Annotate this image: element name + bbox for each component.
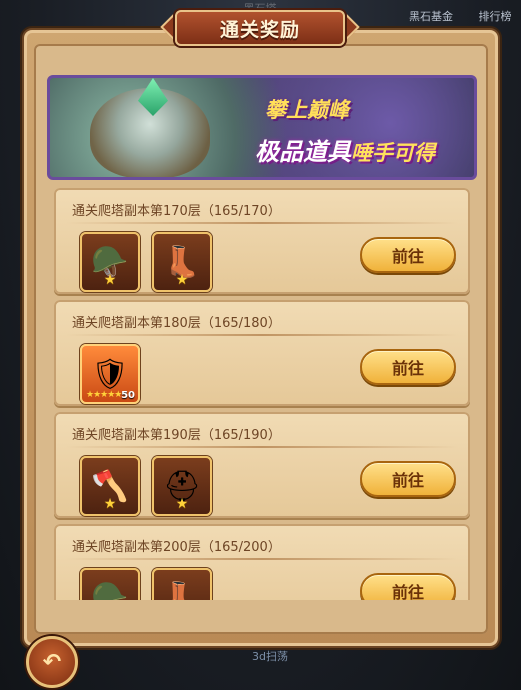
reward-row-title: 通关爬塔副本第170层（165/170） [72,204,281,219]
divider [66,334,458,336]
item-glyph: 🪖 [91,580,129,601]
banner-subheadline: 极品道具唾手可得 [255,132,435,167]
horned-helmet-icon[interactable]: ⛑ ★ [152,456,212,516]
reward-row-title: 通关爬塔副本第180层（165/180） [72,316,281,331]
reward-row: 通关爬塔副本第200层（165/200） 🪖 ★ 👢 ★ 前往 [54,524,470,600]
back-arrow-icon: ↶ [42,649,62,675]
divider [66,222,458,224]
boots-icon[interactable]: 👢 ★ [152,568,212,600]
star-rating: ★★★★★ [86,390,122,400]
item-count: 50 [121,390,135,401]
star-icon: ★ [175,272,189,288]
star-icon: ★ [175,496,189,512]
boots-icon[interactable]: 👢 ★ [152,232,212,292]
star-icon: ★ [103,496,117,512]
go-button[interactable]: 前往 [360,237,456,273]
reward-row-title: 通关爬塔副本第190层（165/190） [72,428,281,443]
banner-accent-text: 唾手可得 [351,141,435,165]
divider [66,446,458,448]
reward-row: 通关爬塔副本第170层（165/170） 🪖 ★ 👢 ★ 前往 [54,188,470,294]
black-stone-fund-icon[interactable]: 黑石基金 [404,0,458,26]
dark-armor-shard-icon[interactable]: 🛡 ★★★★★ 50 [80,344,140,404]
panel-title: 通关奖励 [175,10,345,46]
rewards-list[interactable]: 通关爬塔副本第170层（165/170） 🪖 ★ 👢 ★ 前往 通关爬塔副本第1… [54,188,470,600]
go-button[interactable]: 前往 [360,573,456,600]
reward-row: 通关爬塔副本第190层（165/190） 🪓 ★ ⛑ ★ 前往 [54,412,470,518]
promo-banner: 攀上巅峰 极品道具唾手可得 [47,75,477,180]
banner-headline: 攀上巅峰 [265,98,349,122]
axe-icon[interactable]: 🪓 ★ [80,456,140,516]
golden-helmet-icon[interactable]: 🪖 ★ [80,568,140,600]
golden-helmet-icon[interactable]: 🪖 ★ [80,232,140,292]
item-glyph: 🛡 [90,356,130,392]
banner-main-text: 极品道具 [255,138,351,166]
item-glyph: 👢 [163,580,201,601]
sweep-label: 3d扫荡 [252,650,288,663]
go-button[interactable]: 前往 [360,349,456,385]
leaderboard-icon[interactable]: 排行榜 [468,0,521,26]
reward-row: 通关爬塔副本第180层（165/180） 🛡 ★★★★★ 50 前往 [54,300,470,406]
divider [66,558,458,560]
reward-row-title: 通关爬塔副本第200层（165/200） [72,540,281,555]
back-button[interactable]: ↶ [26,636,78,688]
go-button[interactable]: 前往 [360,461,456,497]
star-icon: ★ [103,272,117,288]
